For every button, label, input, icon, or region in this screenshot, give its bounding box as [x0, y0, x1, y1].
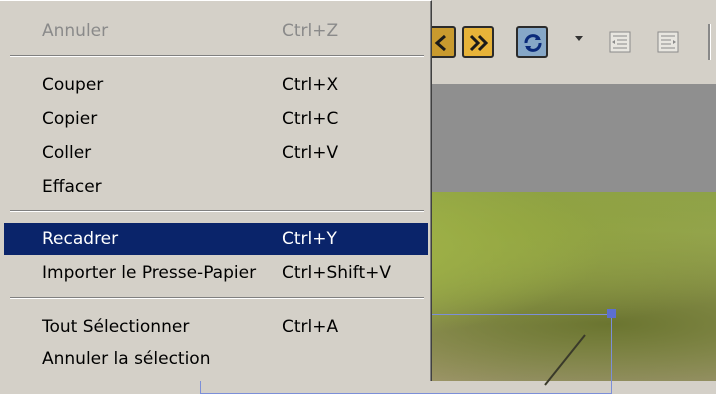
- toolbar-separator: [708, 24, 711, 60]
- menu-item-label: Tout Sélectionner: [42, 317, 190, 337]
- menu-item-tout-selectionner[interactable]: Tout Sélectionner Ctrl+A: [4, 311, 428, 343]
- next-icon: [469, 34, 489, 52]
- indent-left-icon: [609, 31, 631, 53]
- edit-context-menu: Annuler Ctrl+Z Couper Ctrl+X Copier Ctrl…: [0, 0, 432, 381]
- menu-item-annuler: Annuler Ctrl+Z: [4, 15, 428, 47]
- menu-item-shortcut: Ctrl+X: [282, 75, 339, 95]
- menu-item-importer-presse-papier[interactable]: Importer le Presse-Papier Ctrl+Shift+V: [4, 257, 428, 289]
- previous-icon: [434, 34, 446, 52]
- menu-item-shortcut: Ctrl+Shift+V: [282, 263, 392, 283]
- menu-item-label: Annuler la sélection: [42, 349, 211, 369]
- menu-item-couper[interactable]: Couper Ctrl+X: [4, 69, 428, 101]
- selection-resize-handle[interactable]: [607, 309, 616, 318]
- menu-item-label: Effacer: [42, 177, 102, 197]
- refresh-button[interactable]: [516, 26, 548, 58]
- indent-right-icon: [657, 31, 679, 53]
- menu-item-label: Annuler: [42, 21, 109, 41]
- menu-item-recadrer[interactable]: Recadrer Ctrl+Y: [4, 223, 428, 255]
- menu-item-shortcut: Ctrl+A: [282, 317, 339, 337]
- indent-left-button[interactable]: [604, 26, 636, 58]
- menu-item-coller[interactable]: Coller Ctrl+V: [4, 137, 428, 169]
- menu-item-label: Coller: [42, 143, 92, 163]
- menu-separator: [10, 210, 424, 212]
- menu-item-copier[interactable]: Copier Ctrl+C: [4, 103, 428, 135]
- menu-item-shortcut: Ctrl+Y: [282, 229, 337, 249]
- refresh-icon: [524, 34, 542, 52]
- menu-item-shortcut: Ctrl+Z: [282, 21, 339, 41]
- menu-separator: [10, 297, 424, 299]
- menu-item-effacer[interactable]: Effacer: [4, 171, 428, 203]
- menu-separator: [10, 55, 424, 57]
- menu-item-label: Copier: [42, 109, 98, 129]
- next-button[interactable]: [462, 26, 494, 58]
- menu-item-label: Recadrer: [42, 229, 119, 249]
- dropdown-arrow-icon[interactable]: [575, 36, 583, 41]
- menu-item-shortcut: Ctrl+C: [282, 109, 339, 129]
- menu-item-shortcut: Ctrl+V: [282, 143, 339, 163]
- indent-right-button[interactable]: [652, 26, 684, 58]
- menu-item-label: Couper: [42, 75, 104, 95]
- menu-item-annuler-selection[interactable]: Annuler la sélection: [4, 343, 428, 375]
- menu-item-label: Importer le Presse-Papier: [42, 263, 257, 283]
